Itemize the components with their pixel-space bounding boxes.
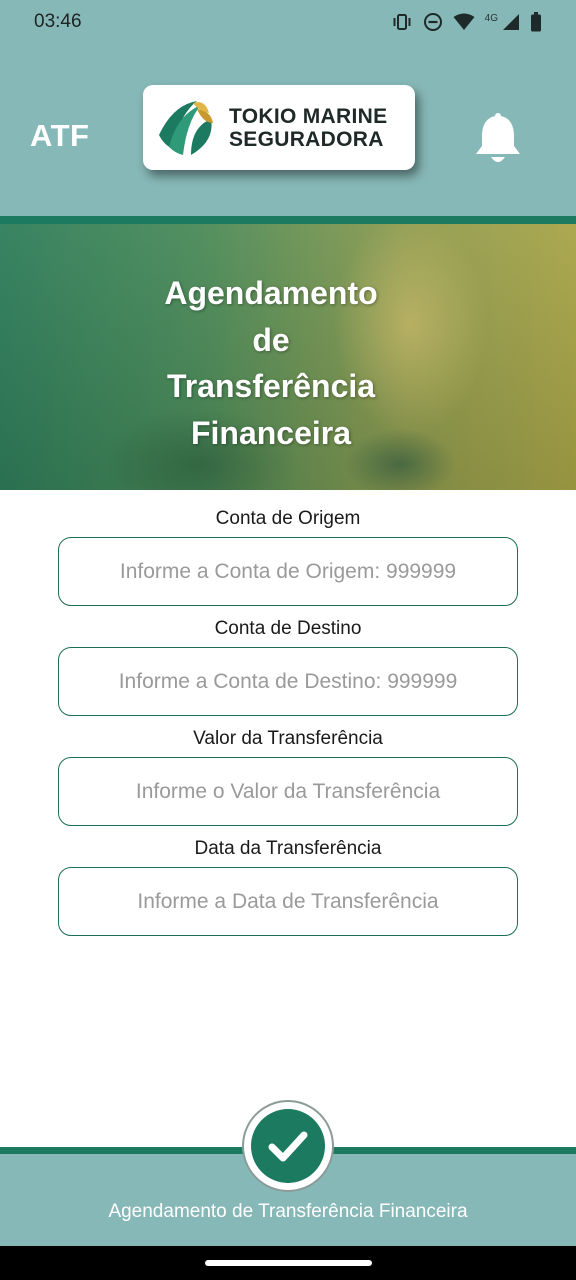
vibrate-icon (391, 13, 413, 31)
transfer-amount-group: Valor da Transferência (58, 726, 518, 826)
bell-icon[interactable] (472, 112, 524, 166)
battery-icon (530, 12, 542, 32)
confirm-button-circle (251, 1109, 325, 1183)
do-not-disturb-icon (423, 12, 443, 32)
status-bar: 03:46 4G (0, 0, 576, 44)
network-type-label: 4G (484, 12, 498, 24)
company-logo: TOKIO MARINE SEGURADORA (143, 85, 415, 170)
checkmark-icon (268, 1131, 308, 1162)
page-title-line: de (252, 321, 290, 358)
origin-account-group: Conta de Origem (58, 506, 518, 606)
transfer-date-group: Data da Transferência (58, 836, 518, 936)
logo-line-2: SEGURADORA (229, 127, 384, 151)
page-title: Agendamento de Transferência Financeira (0, 270, 542, 456)
status-time: 03:46 (34, 11, 82, 32)
transfer-amount-input[interactable] (58, 757, 518, 826)
confirm-button[interactable] (242, 1100, 334, 1192)
status-icons: 4G (391, 12, 542, 32)
app-header: ATF TOKIO MARINE SEGURADORA (0, 44, 576, 216)
logo-line-1: TOKIO MARINE (229, 104, 388, 128)
destination-account-group: Conta de Destino (58, 616, 518, 716)
wifi-icon (453, 13, 475, 31)
hero-banner: Agendamento de Transferência Financeira (0, 224, 576, 490)
destination-account-label: Conta de Destino (214, 618, 362, 639)
footer-label: Agendamento de Transferência Financeira (108, 1201, 468, 1222)
home-gesture-handle[interactable] (205, 1260, 372, 1266)
page-title-line: Agendamento (164, 275, 378, 311)
origin-account-input[interactable] (58, 537, 518, 606)
header-divider (0, 216, 576, 224)
app-abbreviation: ATF (30, 118, 90, 153)
logo-wordmark: TOKIO MARINE SEGURADORA (229, 105, 387, 151)
page-title-line: Transferência (166, 368, 376, 404)
transfer-date-input[interactable] (58, 867, 518, 936)
cell-signal-icon (502, 13, 520, 31)
transfer-date-label: Data da Transferência (194, 838, 382, 859)
transfer-amount-label: Valor da Transferência (193, 728, 383, 749)
origin-account-label: Conta de Origem (215, 508, 361, 529)
system-navigation-bar (0, 1246, 576, 1280)
page-title-line: Financeira (190, 414, 352, 451)
logo-mark-icon (154, 97, 214, 158)
destination-account-input[interactable] (58, 647, 518, 716)
